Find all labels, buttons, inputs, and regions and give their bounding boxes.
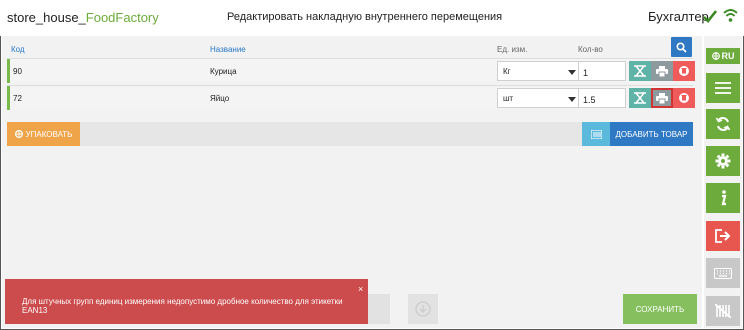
info-icon: [721, 190, 727, 206]
delete-button[interactable]: [673, 61, 695, 81]
barcode-button[interactable]: [582, 122, 610, 146]
pack-button-label: УПАКОВАТЬ: [25, 129, 73, 139]
column-header-unit: Ед. изм.: [497, 45, 528, 54]
sync-icon: [715, 117, 731, 131]
menu-icon: [715, 82, 731, 94]
scale-button[interactable]: [629, 61, 651, 81]
search-button[interactable]: [671, 37, 692, 57]
brand-logo: store_house_FoodFactory: [7, 10, 159, 25]
trash-icon: [679, 66, 689, 76]
column-header-name[interactable]: Название: [210, 45, 246, 54]
column-header-qty: Кол-во: [578, 45, 603, 54]
add-product-button[interactable]: ДОБАВИТЬ ТОВАР: [610, 122, 693, 146]
logout-button[interactable]: [706, 221, 740, 251]
print-button[interactable]: [651, 61, 673, 81]
chevron-down-icon: [568, 97, 576, 102]
app-header: store_house_FoodFactory Редактировать на…: [0, 0, 744, 36]
unit-select[interactable]: шт: [497, 88, 581, 108]
printer-icon: [656, 65, 668, 77]
save-button[interactable]: СОХРАНИТЬ: [623, 294, 697, 324]
quantity-input[interactable]: [578, 61, 626, 81]
scale-button[interactable]: [629, 88, 651, 108]
package-icon: [14, 130, 23, 138]
language-button[interactable]: RU: [706, 48, 740, 64]
cell-name: Курица: [210, 67, 237, 76]
settings-button[interactable]: [706, 146, 740, 176]
globe-icon: [711, 52, 720, 60]
print-button[interactable]: [651, 88, 673, 108]
row-status-marker: [7, 59, 10, 83]
quantity-input[interactable]: [578, 88, 626, 108]
delete-button[interactable]: [673, 88, 695, 108]
keyboard-button[interactable]: [706, 258, 740, 288]
trash-icon: [679, 93, 689, 103]
language-label: RU: [721, 51, 735, 61]
right-sidebar: RU: [704, 36, 742, 328]
table-row[interactable]: 72 Яйцо шт: [7, 85, 695, 110]
printer-icon: [656, 92, 668, 104]
sync-button[interactable]: [706, 109, 740, 139]
cell-name: Яйцо: [210, 94, 230, 103]
scale-icon: [634, 92, 646, 104]
download-button[interactable]: [408, 294, 438, 324]
menu-button[interactable]: [706, 73, 740, 103]
scanner-off-button[interactable]: [706, 296, 740, 326]
search-icon: [676, 41, 687, 53]
table-row[interactable]: 90 Курица Кг: [7, 58, 695, 83]
close-icon[interactable]: ×: [358, 284, 363, 294]
barcode-off-icon: [715, 304, 731, 318]
page-title: Редактировать накладную внутреннего пере…: [227, 11, 503, 23]
cell-code: 72: [13, 94, 22, 103]
unit-select[interactable]: Кг: [497, 61, 581, 81]
keyboard-icon: [714, 267, 732, 279]
user-role[interactable]: Бухгалтер: [648, 9, 709, 24]
chevron-down-icon: [568, 70, 576, 75]
error-toast: Для штучных групп единиц измерения недоп…: [5, 279, 368, 324]
info-button[interactable]: [706, 183, 740, 213]
logout-icon: [715, 229, 731, 243]
gear-icon: [715, 153, 731, 169]
toast-message: Для штучных групп единиц измерения недоп…: [22, 297, 343, 315]
barcode-icon: [590, 129, 602, 139]
wifi-icon: [723, 9, 738, 22]
check-icon: [703, 10, 717, 23]
cell-code: 90: [13, 67, 22, 76]
hidden-button[interactable]: [368, 294, 390, 324]
download-icon: [415, 301, 431, 317]
scale-icon: [634, 65, 646, 77]
pack-button[interactable]: УПАКОВАТЬ: [7, 122, 80, 146]
row-status-marker: [7, 86, 10, 110]
column-header-code[interactable]: Код: [11, 45, 25, 54]
